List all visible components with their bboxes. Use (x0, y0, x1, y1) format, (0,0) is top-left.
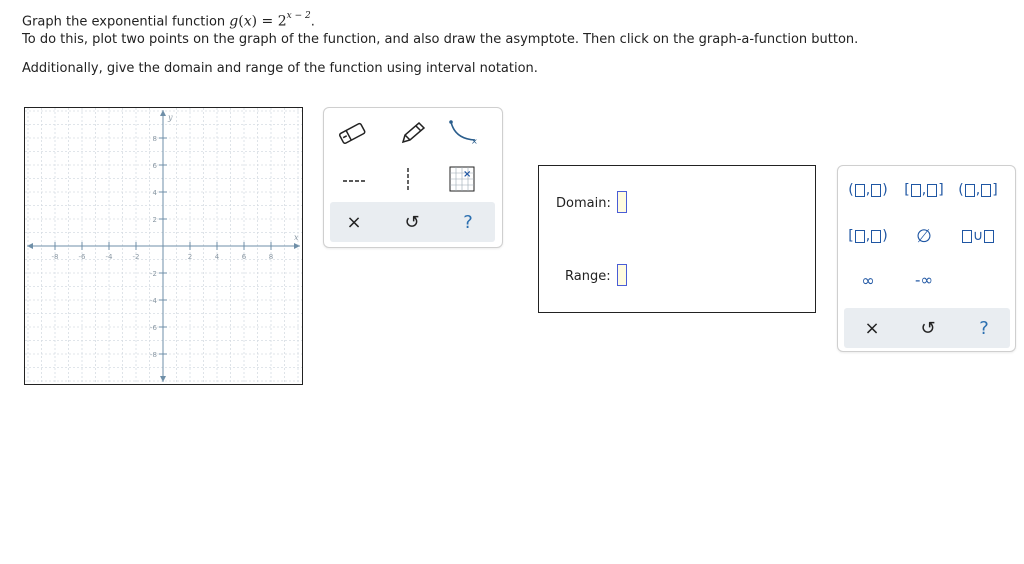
negative-infinity-key[interactable]: -∞ (904, 268, 944, 292)
dashed-line-icon (343, 180, 367, 182)
x-tick-label: 4 (215, 253, 220, 261)
function-exponent: x − 2 (286, 11, 311, 21)
interval-keypad: (,) [,] (,] [,) ∅ ∪ ∞ -∞ × ↺ ? (837, 165, 1016, 352)
x-axis-label: x (294, 233, 299, 242)
function-variable: x (243, 13, 252, 30)
graph-axes (27, 110, 300, 382)
x-tick-label: -4 (106, 253, 114, 261)
graph-svg[interactable]: -8 -6 -4 -2 2 4 6 8 8 6 4 2 -2 -4 -6 -8 x y (25, 108, 302, 384)
y-tick-label: 6 (153, 162, 158, 170)
graph-tick-labels: -8 -6 -4 -2 2 4 6 8 8 6 4 2 -2 -4 -6 -8 x y (52, 113, 299, 359)
domain-range-box: Domain: Range: (538, 165, 816, 313)
union-key[interactable]: ∪ (956, 224, 1000, 248)
range-label: Range: (565, 269, 611, 284)
domain-input[interactable] (617, 191, 627, 213)
eraser-icon (339, 122, 366, 144)
x-tick-label: 8 (269, 253, 273, 261)
closed-closed-interval-key[interactable]: [,] (902, 178, 946, 202)
horizontal-asymptote-tool[interactable] (334, 163, 374, 195)
question-line-2: To do this, plot two points on the graph… (22, 32, 859, 47)
graph-a-function-icon: × (449, 166, 475, 192)
help-button[interactable]: ? (448, 208, 488, 236)
graph-a-function-button[interactable]: × (442, 163, 482, 195)
x-tick-label: -8 (52, 253, 59, 261)
y-tick-label: 4 (153, 189, 158, 197)
y-tick-label: -8 (150, 351, 157, 359)
clear-button[interactable]: × (334, 208, 374, 236)
graph-tool-panel: × × × ↺ ? (323, 107, 503, 248)
x-tick-label: -6 (79, 253, 87, 261)
empty-set-key[interactable]: ∅ (906, 224, 942, 248)
question-line-1: Graph the exponential function g(x) = 2x… (22, 11, 315, 30)
y-tick-label: 8 (153, 135, 157, 143)
vertical-asymptote-tool[interactable] (388, 163, 428, 195)
pencil-tool[interactable] (392, 117, 432, 149)
undo-button[interactable]: ↺ (392, 208, 432, 236)
keypad-action-bar: × ↺ ? (844, 308, 1010, 348)
vertical-dashed-line-icon (407, 168, 409, 190)
y-axis-label: y (167, 113, 173, 122)
y-tick-label: -6 (150, 324, 158, 332)
domain-label: Domain: (556, 196, 611, 211)
function-equals: = 2 (257, 13, 287, 30)
y-tick-label: -2 (150, 270, 157, 278)
keypad-clear-button[interactable]: × (852, 314, 892, 342)
keypad-undo-button[interactable]: ↺ (908, 314, 948, 342)
eraser-tool[interactable] (332, 117, 372, 149)
y-tick-label: -4 (150, 297, 158, 305)
y-tick-label: 2 (153, 216, 157, 224)
keypad-help-button[interactable]: ? (964, 314, 1004, 342)
exponential-curve-icon: × (449, 120, 478, 145)
range-input[interactable] (617, 264, 627, 286)
question-line-3: Additionally, give the domain and range … (22, 61, 538, 76)
open-closed-interval-key[interactable]: (,] (956, 178, 1000, 202)
coordinate-graph[interactable]: -8 -6 -4 -2 2 4 6 8 8 6 4 2 -2 -4 -6 -8 x y (24, 107, 303, 385)
infinity-key[interactable]: ∞ (850, 268, 886, 292)
tool-action-bar: × ↺ ? (330, 202, 495, 242)
x-tick-label: 6 (242, 253, 247, 261)
open-open-interval-key[interactable]: (,) (846, 178, 890, 202)
axis-arrow (294, 243, 300, 249)
closed-open-interval-key[interactable]: [,) (846, 224, 890, 248)
exponential-curve-tool[interactable]: × (444, 115, 484, 147)
pencil-icon (401, 121, 426, 144)
function-name: g (229, 13, 239, 30)
question-prefix: Graph the exponential function (22, 14, 230, 30)
x-tick-label: -2 (133, 253, 140, 261)
svg-text:×: × (471, 137, 478, 145)
x-tick-label: 2 (188, 253, 192, 261)
svg-text:×: × (463, 169, 471, 180)
function-end: . (310, 14, 315, 30)
